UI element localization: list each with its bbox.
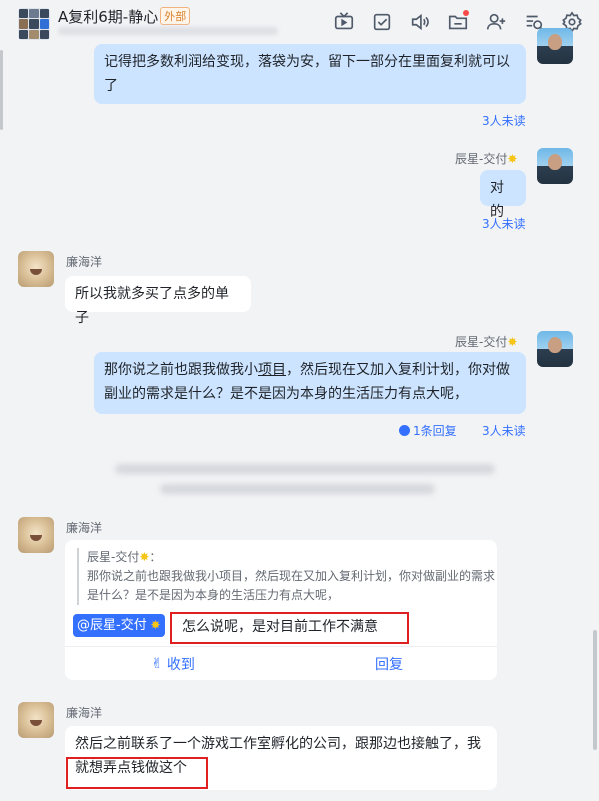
quoted-message[interactable]: 辰星-交付✸： 那你说之前也跟我做我小项目，然后现在又加入复利计划，你对做副业的… [77, 548, 497, 605]
star-icon: ✸ [507, 152, 518, 166]
avatar[interactable] [537, 148, 573, 184]
sender-name: 廉海洋 [66, 255, 103, 269]
chat-subtitle-blurred [58, 27, 278, 35]
chat-title-text: A复利6期-静心 [58, 8, 159, 26]
received-label: 收到 [166, 657, 195, 673]
sender-name: 辰星-交付✸ [455, 333, 517, 350]
message-bubble[interactable]: 对的 [480, 170, 526, 220]
star-icon: ✸ [139, 550, 150, 564]
hand-emoji-icon: ✌ [151, 656, 163, 672]
message-bubble[interactable]: 所以我就多买了点多的单子 [65, 276, 251, 326]
message-text: 所以我就多买了点多的单子 [75, 286, 229, 326]
sender-name-text: 辰星-交付 [455, 335, 508, 349]
add-member-icon[interactable] [485, 11, 509, 35]
chat-title[interactable]: A复利6期-静心 外部 [58, 6, 191, 27]
avatar[interactable] [18, 251, 54, 287]
avatar[interactable] [537, 28, 573, 64]
reply-label: 回复 [375, 657, 403, 673]
quoted-sender: 辰星-交付 [87, 550, 140, 564]
avatar[interactable] [18, 702, 54, 738]
blurred-system-message [160, 484, 435, 494]
received-button[interactable]: ✌ 收到 [65, 647, 281, 681]
star-icon: ✸ [146, 618, 161, 632]
scrollbar[interactable] [593, 630, 597, 750]
star-icon: ✸ [507, 335, 518, 349]
reply-bubble-icon [399, 425, 410, 436]
unread-count[interactable]: 3人未读 [482, 112, 526, 129]
unread-count[interactable]: 3人未读 [482, 215, 526, 232]
unread-count[interactable]: 3人未读 [482, 422, 526, 439]
message-bubble[interactable]: 记得把多数利润给变现，落袋为安，留下一部分在里面复利就可以了 [94, 44, 526, 104]
reply-message-card[interactable]: 辰星-交付✸： 那你说之前也跟我做我小项目，然后现在又加入复利计划，你对做副业的… [65, 540, 497, 680]
message-text-underlined: 项目 [258, 362, 286, 378]
highlight-box [66, 757, 208, 789]
folder-icon[interactable] [447, 10, 471, 35]
message-text-a: 那你说之前也跟我做我小 [104, 362, 258, 378]
sender-name: 辰星-交付✸ [455, 150, 517, 167]
sender-name: 廉海洋 [66, 521, 103, 535]
message-text: 对的 [490, 180, 504, 220]
card-actions: ✌ 收到 回复 [65, 646, 497, 681]
reply-count: 1条回复 [413, 424, 457, 438]
tv-icon[interactable] [333, 11, 357, 35]
group-avatar[interactable] [18, 8, 50, 40]
sender-name: 廉海洋 [66, 706, 103, 720]
task-check-icon[interactable] [371, 11, 395, 35]
notification-dot [463, 10, 469, 16]
mention-text: @辰星-交付 [77, 618, 147, 633]
chat-header: A复利6期-静心 外部 [0, 0, 599, 44]
message-bubble[interactable]: 那你说之前也跟我做我小项目，然后现在又加入复利计划，你对做副业的需求是什么？是不… [94, 352, 526, 414]
blurred-system-message [115, 464, 495, 474]
speaker-icon[interactable] [409, 11, 433, 35]
sender-name-text: 辰星-交付 [455, 152, 508, 166]
reply-button[interactable]: 回复 [281, 647, 497, 681]
avatar[interactable] [537, 331, 573, 367]
external-tag: 外部 [160, 7, 191, 25]
thread-reply-link[interactable]: 1条回复 [399, 422, 457, 439]
avatar[interactable] [18, 517, 54, 553]
quoted-text: 那你说之前也跟我做我小项目，然后现在又加入复利计划，你对做副业的需求是什么？是不… [87, 569, 496, 602]
message-list[interactable]: 记得把多数利润给变现，落袋为安，留下一部分在里面复利就可以了 3人未读 辰星-交… [0, 28, 599, 801]
mention-tag[interactable]: @辰星-交付 ✸ [73, 614, 165, 637]
highlight-box [170, 612, 409, 644]
message-text: 记得把多数利润给变现，落袋为安，留下一部分在里面复利就可以了 [104, 54, 510, 94]
